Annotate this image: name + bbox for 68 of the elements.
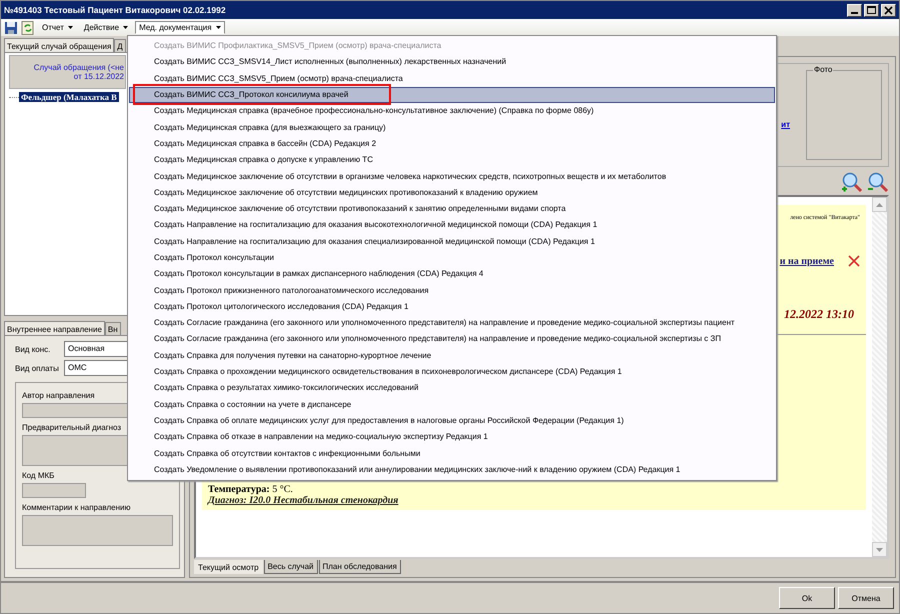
- menu-button[interactable]: Действие: [80, 21, 132, 34]
- menu-item[interactable]: Создать ВИМИС ССЗ_Протокол консилиума врачей: [129, 86, 775, 104]
- menu-item[interactable]: Создать Согласие гражданина (его законного или уполномоченного представителя) на направление и проведение медико-социальной экспертизы пациент: [129, 315, 775, 332]
- menu-item[interactable]: Создать Медицинская справка о допуске к управлению ТС: [129, 152, 775, 168]
- menu-item[interactable]: Создать Протокол консультации: [129, 250, 775, 266]
- tree-item[interactable]: Фельдшер (Малахатка В: [19, 92, 119, 102]
- scroll-down-icon[interactable]: [876, 548, 883, 552]
- menu-item[interactable]: Создать Медицинское заключение об отсутствии в организме человека наркотических средств, психотропных веществ и их метаболитов: [129, 168, 775, 185]
- zoom-out-icon[interactable]: [867, 171, 889, 193]
- field-label: Автор направления: [22, 391, 95, 400]
- menu-item[interactable]: Создать Направление на госпитализацию для оказания специализированной медицинской помощи (CDA) Редакция 1: [129, 234, 775, 250]
- tab[interactable]: Текущий случай обращения: [4, 38, 114, 53]
- menu-item[interactable]: Создать Медицинская справка в бассейн (CDA) Редакция 2: [129, 136, 775, 152]
- field-label: Вид оплаты: [15, 364, 60, 372]
- zoom-in-icon[interactable]: [841, 171, 863, 193]
- window-title: №491403 Тестовый Пациент Витакорович 02.02.1992: [4, 5, 226, 15]
- close-button[interactable]: [881, 4, 896, 16]
- menu-item[interactable]: Создать Справка об отсутствии контактов с инфекционными больными: [129, 445, 775, 462]
- menu-item[interactable]: Создать Медицинская справка (для выезжающего за границу): [129, 119, 775, 136]
- menu-item[interactable]: Создать Уведомление о выявлении противопоказаний или аннулировании медицинских заключе-ний к владению оружием (CDA) Редакция 1: [129, 462, 775, 478]
- field-label: Предварительный диагноз: [22, 423, 122, 432]
- field-label: Комментарии к направлению: [22, 503, 130, 512]
- caret-icon: [68, 26, 73, 29]
- menu-item[interactable]: Создать ВИМИС ССЗ_SMSV5_Прием (осмотр) врача-специалиста: [129, 70, 775, 87]
- menu-item[interactable]: Создать Медицинская справка (врачебное профессионально-консультативное заключение) (Справка по форме 086у): [129, 103, 775, 120]
- photo-label: Фото: [813, 65, 834, 74]
- menu-item[interactable]: Создать Медицинское заключение об отсутствии противопоказаний к занятию определенными видами спорта: [129, 200, 775, 218]
- caret-icon: [123, 26, 128, 29]
- menu-item[interactable]: Создать Направление на госпитализацию для оказания высокотехнологичной медицинской помощи (CDA) Редакция 1: [129, 217, 775, 234]
- delete-icon[interactable]: [848, 255, 860, 267]
- case-header: Случай обращения (<не от 15.12.2022: [9, 55, 126, 89]
- tab[interactable]: Весь случай: [264, 560, 318, 574]
- save-icon[interactable]: [4, 20, 18, 34]
- maximize-icon: [867, 6, 876, 14]
- input-field[interactable]: [22, 515, 173, 546]
- dialog-button[interactable]: Отмена: [838, 587, 894, 609]
- tab[interactable]: Внутреннее направление: [4, 321, 105, 336]
- caret-icon: [216, 26, 221, 29]
- link[interactable]: ит: [781, 120, 790, 128]
- field-label: Вид конс.: [15, 344, 52, 354]
- close-icon: [884, 6, 893, 14]
- maximize-button[interactable]: [864, 4, 879, 16]
- minimize-button[interactable]: [847, 4, 862, 16]
- temperature-text: Температура: 5 °С.: [208, 484, 293, 495]
- menu-item[interactable]: Создать Справка об отказе в направлении на медико-социальную экспертизу Редакция 1: [129, 429, 775, 446]
- input-field[interactable]: [22, 483, 86, 498]
- minimize-icon: [851, 12, 858, 14]
- dialog-button[interactable]: Ok: [779, 587, 835, 609]
- tab[interactable]: Текущий осмотр: [194, 560, 263, 574]
- menu-item[interactable]: Создать Протокол прижизненного патологоанатомического исследования: [129, 282, 775, 299]
- diagnosis-link[interactable]: Диагноз: I20.0 Нестабильная стенокардия: [208, 495, 398, 506]
- scroll-up-icon[interactable]: [876, 202, 883, 206]
- visit-datetime: 12.2022 13:10: [784, 307, 854, 322]
- menu-item[interactable]: Создать Медицинское заключение об отсутствии медицинских противопоказаний к владению оружием: [129, 184, 775, 201]
- tab[interactable]: План обследования: [318, 560, 401, 574]
- tab[interactable]: Д: [114, 39, 126, 53]
- menu-item[interactable]: Создать Протокол цитологического исследования (CDA) Редакция 1: [129, 298, 775, 316]
- menu-item[interactable]: Создать Протокол консультации в рамках диспансерного наблюдения (CDA) Редакция 4: [129, 266, 775, 282]
- menu-item[interactable]: Создать ВИМИС ССЗ_SMSV14_Лист исполненных (выполненных) лекарственных назначений: [129, 54, 775, 71]
- menu-item[interactable]: Создать Справка о результатах химико-токсилогических исследований: [129, 380, 775, 397]
- refresh-icon[interactable]: [21, 20, 35, 34]
- link[interactable]: и на приеме: [780, 256, 834, 266]
- menu-button[interactable]: Мед. документация: [135, 21, 225, 34]
- menu-button[interactable]: Отчет: [38, 21, 77, 34]
- menu-item[interactable]: Создать Справка о состоянии на учете в диспансере: [129, 396, 775, 413]
- menu-item[interactable]: Создать Справка об оплате медицинских услуг для предоставления в налоговые органы Российской Федерации (Редакция 1): [129, 412, 775, 430]
- scrollbar[interactable]: [872, 197, 887, 557]
- field-label: Код МКБ: [22, 471, 54, 480]
